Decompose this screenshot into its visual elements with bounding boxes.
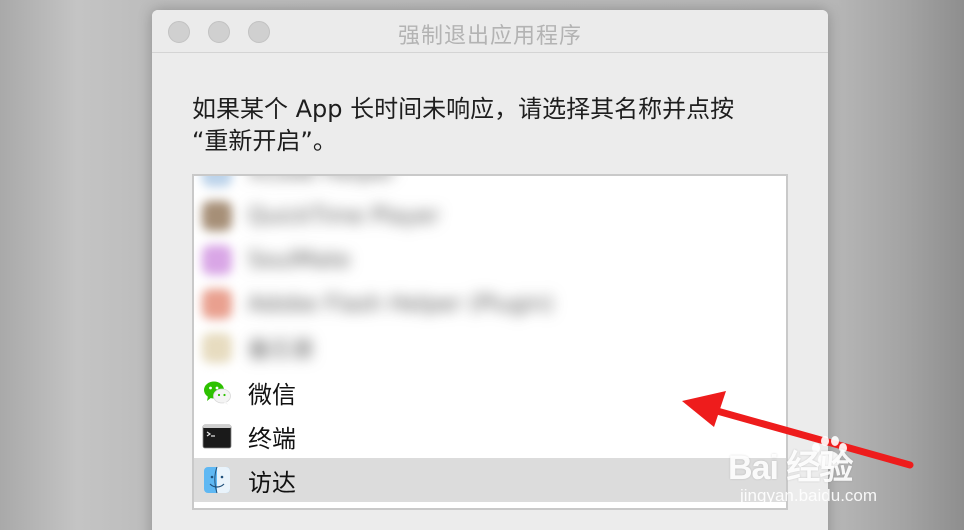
watermark-url: jingyan.baidu.com [740,486,878,505]
app-name: 备忘录 [248,338,315,363]
app-name: 微信 [248,380,296,409]
app-name: Xcode Helper [248,176,396,185]
blurred-app-icon [202,176,232,187]
app-name: QuickTime Player [248,203,440,229]
list-item[interactable]: QuickTime Player [194,194,786,238]
baidu-jingyan-watermark: Bai 经验 jingyan.baidu.com [728,436,928,520]
blurred-app-icon [202,289,232,319]
window-title: 强制退出应用程序 [397,24,582,49]
terminal-icon [202,424,232,449]
finder-icon [204,466,230,494]
app-name: 访达 [248,468,296,497]
blurred-app-icon [202,245,232,275]
instruction-line-2: “重新开启”。 [192,127,337,155]
app-name: Adobe Flash Helper (Plugin) [248,291,554,317]
blurred-app-icon [202,333,232,363]
app-name: 终端 [248,424,296,453]
instruction-line-1: 如果某个 App 长时间未响应，请选择其名称并点按 [192,95,735,123]
app-name: SoulMate [248,247,351,273]
wechat-icon [204,381,231,405]
blurred-app-icon [202,201,232,231]
list-item[interactable]: Xcode Helper [194,176,786,194]
title-bar: 强制退出应用程序 [152,10,828,53]
list-item[interactable]: 备忘录 [194,326,786,370]
list-item[interactable]: Adobe Flash Helper (Plugin) [194,282,786,326]
instruction-text: 如果某个 App 长时间未响应，请选择其名称并点按 “重新开启”。 [192,93,802,157]
watermark-brand: Bai 经验 [728,449,853,487]
list-item[interactable]: SoulMate [194,238,786,282]
